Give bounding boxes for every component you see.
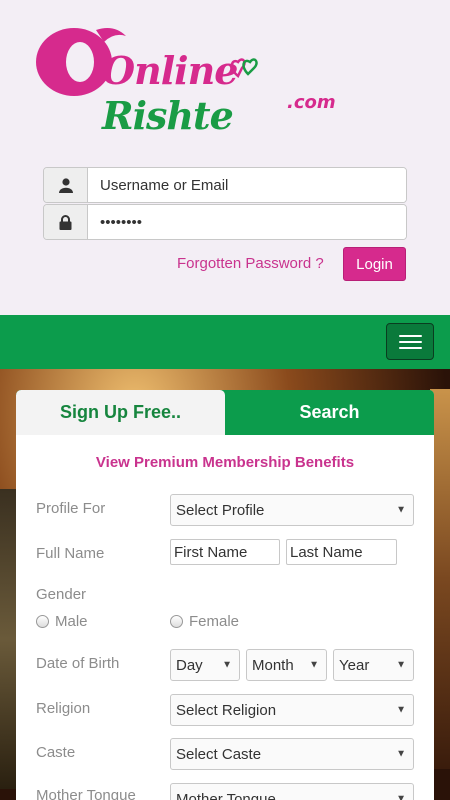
gender-female-radio[interactable]: Female: [170, 613, 239, 630]
gender-male-label: Male: [55, 613, 88, 630]
dob-label: Date of Birth: [36, 655, 120, 672]
caste-select[interactable]: Select Caste ▼: [170, 738, 414, 770]
dob-month-value: Month: [252, 656, 294, 674]
hamburger-menu-icon[interactable]: [386, 323, 434, 360]
user-icon: [44, 168, 88, 202]
radio-icon: [36, 615, 49, 628]
dropdown-caret-icon: ▼: [396, 748, 406, 760]
username-input[interactable]: [88, 168, 406, 202]
religion-label: Religion: [36, 700, 91, 717]
dropdown-caret-icon: ▼: [222, 659, 232, 671]
caste-value: Select Caste: [176, 745, 262, 763]
forgot-password-link[interactable]: Forgotten Password ?: [177, 255, 324, 272]
religion-select[interactable]: Select Religion ▼: [170, 694, 414, 726]
top-navbar: [0, 315, 450, 369]
form-tabs: Sign Up Free.. Search: [16, 390, 434, 435]
tab-sign-up-free[interactable]: Sign Up Free..: [16, 390, 225, 435]
dob-day-value: Day: [176, 656, 203, 674]
password-field: [43, 204, 407, 240]
gender-female-label: Female: [189, 613, 240, 630]
mother-tongue-label: Mother Tongue: [36, 787, 136, 800]
username-field: [43, 167, 407, 203]
dropdown-caret-icon: ▼: [309, 659, 319, 671]
caste-label: Caste: [36, 744, 76, 761]
dropdown-caret-icon: ▼: [396, 659, 406, 671]
dob-year-value: Year: [339, 656, 370, 674]
lock-icon: [44, 205, 88, 239]
registration-card: Sign Up Free.. Search View Premium Membe…: [16, 390, 434, 800]
gender-male-radio[interactable]: Male: [36, 613, 88, 630]
mother-tongue-select[interactable]: Mother Tongue ▼: [170, 783, 414, 800]
login-button[interactable]: Login: [343, 247, 406, 281]
dob-year-select[interactable]: Year ▼: [333, 649, 414, 681]
dropdown-caret-icon: ▼: [396, 504, 406, 516]
religion-value: Select Religion: [176, 701, 277, 719]
premium-benefits-link[interactable]: View Premium Membership Benefits: [16, 454, 434, 471]
radio-icon: [170, 615, 183, 628]
logo-text-online: Online: [102, 48, 238, 93]
profile-for-label: Profile For: [36, 500, 106, 517]
profile-for-value: Select Profile: [176, 501, 265, 519]
mother-tongue-value: Mother Tongue: [176, 790, 276, 800]
tab-search[interactable]: Search: [225, 390, 434, 435]
dropdown-caret-icon: ▼: [396, 704, 406, 716]
password-input[interactable]: [88, 205, 406, 239]
first-name-input[interactable]: First Name: [170, 539, 280, 565]
profile-for-select[interactable]: Select Profile ▼: [170, 494, 414, 526]
logo-text-rishte: Rishte: [102, 93, 234, 138]
logo-domain-suffix: .com: [287, 92, 336, 113]
dob-day-select[interactable]: Day ▼: [170, 649, 240, 681]
gender-label: Gender: [36, 586, 87, 603]
dob-month-select[interactable]: Month ▼: [246, 649, 327, 681]
login-header: OnlineRishte .com Forgotten Password ? L…: [0, 0, 450, 315]
logo-hearts-icon: [230, 58, 258, 78]
full-name-label: Full Name: [36, 545, 105, 562]
last-name-input[interactable]: Last Name: [286, 539, 397, 565]
onlinerishte-logo[interactable]: OnlineRishte .com: [34, 18, 354, 138]
dropdown-caret-icon: ▼: [396, 793, 406, 800]
